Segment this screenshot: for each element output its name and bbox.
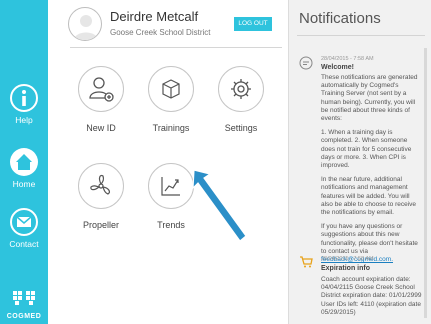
- home-button[interactable]: Home: [0, 148, 48, 189]
- person-add-icon: [78, 66, 124, 112]
- tile-label: New ID: [86, 123, 116, 133]
- propeller-icon: [78, 163, 124, 209]
- notification-date: 28/04/2015 - 7:58 AM: [321, 256, 374, 262]
- cogmed-logo-icon: [13, 291, 35, 305]
- notifications-divider: [297, 35, 425, 36]
- cogmed-logo: COGMED: [0, 289, 48, 320]
- pointer-arrow-icon: [192, 169, 247, 242]
- tile-label: Propeller: [82, 220, 120, 230]
- gear-icon: [218, 66, 264, 112]
- notification-heading: Expiration info: [321, 265, 370, 272]
- tile-label: Trainings: [152, 123, 190, 133]
- sidebar: Help Home Contact COGMED: [0, 0, 48, 324]
- notifications-title: Notifications: [299, 10, 381, 27]
- user-name: Deirdre Metcalf: [110, 9, 199, 24]
- envelope-icon: [10, 208, 38, 236]
- notification-paragraph: In the near future, additional notificat…: [321, 176, 417, 217]
- notification-paragraph: 1. When a training day is completed. 2. …: [321, 129, 412, 170]
- scrollbar[interactable]: [424, 48, 427, 318]
- avatar: [68, 7, 102, 41]
- house-icon: [10, 148, 38, 176]
- tile-settings[interactable]: Settings: [213, 66, 269, 133]
- contact-button[interactable]: Contact: [0, 208, 48, 249]
- tile-label: Settings: [224, 123, 258, 133]
- info-icon: [10, 84, 38, 112]
- home-label: Home: [12, 179, 36, 189]
- notification-date: 28/04/2015 - 7:58 AM: [321, 56, 374, 62]
- message-icon: [299, 56, 313, 70]
- header-divider: [70, 47, 282, 48]
- logout-button[interactable]: LOG OUT: [234, 17, 272, 31]
- tile-trainings[interactable]: Trainings: [143, 66, 199, 133]
- logo-text: COGMED: [6, 313, 42, 320]
- help-label: Help: [15, 115, 33, 125]
- notification-body: These notifications are generated automa…: [321, 74, 423, 270]
- cart-icon: [300, 256, 313, 268]
- tile-propeller[interactable]: Propeller: [73, 163, 129, 230]
- notification-heading: Welcome!: [321, 64, 354, 71]
- contact-label: Contact: [9, 239, 39, 249]
- tile-new-id[interactable]: New ID: [73, 66, 129, 133]
- main-panel: Deirdre Metcalf Goose Creek School Distr…: [48, 0, 288, 324]
- notifications-panel: Notifications 28/04/2015 - 7:58 AM Welco…: [288, 0, 431, 324]
- notification-text: If you have any questions or suggestions…: [321, 223, 418, 255]
- blocks-icon: [148, 66, 194, 112]
- help-button[interactable]: Help: [0, 84, 48, 125]
- user-organization: Goose Creek School District: [110, 28, 211, 37]
- notification-paragraph: These notifications are generated automa…: [321, 74, 418, 123]
- notification-body: Coach account expiration date: 04/04/211…: [321, 276, 422, 316]
